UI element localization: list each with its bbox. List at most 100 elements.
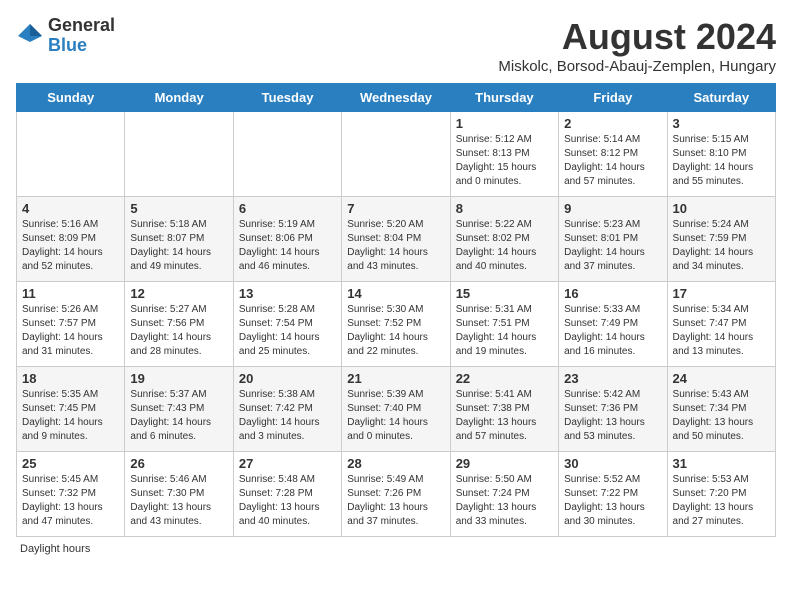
day-number: 9 [564,201,661,216]
calendar-day-cell: 23Sunrise: 5:42 AM Sunset: 7:36 PM Dayli… [559,367,667,452]
day-info: Sunrise: 5:31 AM Sunset: 7:51 PM Dayligh… [456,303,553,359]
calendar-day-cell: 21Sunrise: 5:39 AM Sunset: 7:40 PM Dayli… [342,367,450,452]
page-header: General Blue August 2024 Miskolc, Borsod… [16,16,776,75]
daylight-hours-label: Daylight hours [20,543,90,555]
day-number: 17 [673,286,770,301]
day-info: Sunrise: 5:42 AM Sunset: 7:36 PM Dayligh… [564,388,661,444]
day-info: Sunrise: 5:20 AM Sunset: 8:04 PM Dayligh… [347,218,444,274]
calendar-day-cell: 3 Sunrise: 5:15 AM Sunset: 8:10 PM Daylig… [667,112,775,197]
calendar-week-row: 4 Sunrise: 5:16 AM Sunset: 8:09 PM Daylig… [17,197,776,282]
calendar-day-cell: 24Sunrise: 5:43 AM Sunset: 7:34 PM Dayli… [667,367,775,452]
day-info: Sunrise: 5:12 AM Sunset: 8:13 PM Dayligh… [456,133,553,189]
day-number: 10 [673,201,770,216]
day-number: 31 [673,456,770,471]
day-number: 20 [239,371,336,386]
calendar-day-cell: 7 Sunrise: 5:20 AM Sunset: 8:04 PM Daylig… [342,197,450,282]
calendar-day-cell: 19 Sunrise: 5:37 AM Sunset: 7:43 PM Dayli… [125,367,233,452]
calendar-day-cell: 18 Sunrise: 5:35 AM Sunset: 7:45 PM Dayli… [17,367,125,452]
day-info: Sunrise: 5:23 AM Sunset: 8:01 PM Dayligh… [564,218,661,274]
logo-text: General Blue [48,16,115,56]
day-number: 8 [456,201,553,216]
logo-general: General [48,16,115,36]
calendar-day-cell: 2Sunrise: 5:14 AM Sunset: 8:12 PM Daylig… [559,112,667,197]
title-area: August 2024 Miskolc, Borsod-Abauj-Zemple… [498,16,776,75]
calendar-week-row: 18 Sunrise: 5:35 AM Sunset: 7:45 PM Dayli… [17,367,776,452]
day-number: 30 [564,456,661,471]
day-info: Sunrise: 5:45 AM Sunset: 7:32 PM Dayligh… [22,473,119,529]
day-number: 28 [347,456,444,471]
day-number: 15 [456,286,553,301]
day-info: Sunrise: 5:30 AM Sunset: 7:52 PM Dayligh… [347,303,444,359]
calendar-day-cell: 20 Sunrise: 5:38 AM Sunset: 7:42 PM Dayli… [233,367,341,452]
logo: General Blue [16,16,115,56]
day-info: Sunrise: 5:18 AM Sunset: 8:07 PM Dayligh… [130,218,227,274]
day-number: 14 [347,286,444,301]
calendar-week-row: 11 Sunrise: 5:26 AM Sunset: 7:57 PM Dayli… [17,282,776,367]
day-info: Sunrise: 5:15 AM Sunset: 8:10 PM Dayligh… [673,133,770,189]
logo-icon [16,22,44,50]
day-info: Sunrise: 5:35 AM Sunset: 7:45 PM Dayligh… [22,388,119,444]
calendar-header-saturday: Saturday [667,84,775,112]
calendar-day-cell: 8 Sunrise: 5:22 AM Sunset: 8:02 PM Daylig… [450,197,558,282]
calendar-header-wednesday: Wednesday [342,84,450,112]
calendar-table: SundayMondayTuesdayWednesdayThursdayFrid… [16,83,776,537]
calendar-day-cell: 4 Sunrise: 5:16 AM Sunset: 8:09 PM Daylig… [17,197,125,282]
day-info: Sunrise: 5:38 AM Sunset: 7:42 PM Dayligh… [239,388,336,444]
day-number: 27 [239,456,336,471]
day-number: 25 [22,456,119,471]
calendar-day-cell: 15 Sunrise: 5:31 AM Sunset: 7:51 PM Dayli… [450,282,558,367]
day-info: Sunrise: 5:53 AM Sunset: 7:20 PM Dayligh… [673,473,770,529]
calendar-day-cell: 25 Sunrise: 5:45 AM Sunset: 7:32 PM Dayli… [17,452,125,537]
calendar-day-cell: 9 Sunrise: 5:23 AM Sunset: 8:01 PM Daylig… [559,197,667,282]
day-info: Sunrise: 5:37 AM Sunset: 7:43 PM Dayligh… [130,388,227,444]
day-info: Sunrise: 5:34 AM Sunset: 7:47 PM Dayligh… [673,303,770,359]
day-number: 18 [22,371,119,386]
calendar-day-cell: 10 Sunrise: 5:24 AM Sunset: 7:59 PM Dayli… [667,197,775,282]
day-number: 29 [456,456,553,471]
day-info: Sunrise: 5:52 AM Sunset: 7:22 PM Dayligh… [564,473,661,529]
day-info: Sunrise: 5:39 AM Sunset: 7:40 PM Dayligh… [347,388,444,444]
day-number: 4 [22,201,119,216]
day-number: 16 [564,286,661,301]
calendar-day-cell: 29 Sunrise: 5:50 AM Sunset: 7:24 PM Dayli… [450,452,558,537]
calendar-day-cell: 13Sunrise: 5:28 AM Sunset: 7:54 PM Dayli… [233,282,341,367]
month-title: August 2024 [498,16,776,58]
day-number: 3 [673,116,770,131]
day-number: 2 [564,116,661,131]
calendar-header-friday: Friday [559,84,667,112]
day-info: Sunrise: 5:46 AM Sunset: 7:30 PM Dayligh… [130,473,227,529]
day-info: Sunrise: 5:19 AM Sunset: 8:06 PM Dayligh… [239,218,336,274]
day-number: 7 [347,201,444,216]
calendar-day-cell: 17 Sunrise: 5:34 AM Sunset: 7:47 PM Dayli… [667,282,775,367]
day-number: 12 [130,286,227,301]
logo-blue: Blue [48,36,115,56]
day-number: 6 [239,201,336,216]
day-number: 26 [130,456,227,471]
day-info: Sunrise: 5:22 AM Sunset: 8:02 PM Dayligh… [456,218,553,274]
day-number: 19 [130,371,227,386]
calendar-day-cell: 12Sunrise: 5:27 AM Sunset: 7:56 PM Dayli… [125,282,233,367]
calendar-week-row: 25 Sunrise: 5:45 AM Sunset: 7:32 PM Dayli… [17,452,776,537]
calendar-day-cell: 28Sunrise: 5:49 AM Sunset: 7:26 PM Dayli… [342,452,450,537]
day-number: 24 [673,371,770,386]
day-info: Sunrise: 5:26 AM Sunset: 7:57 PM Dayligh… [22,303,119,359]
calendar-day-cell [233,112,341,197]
calendar-day-cell: 16 Sunrise: 5:33 AM Sunset: 7:49 PM Dayli… [559,282,667,367]
calendar-header-sunday: Sunday [17,84,125,112]
calendar-day-cell: 30 Sunrise: 5:52 AM Sunset: 7:22 PM Dayli… [559,452,667,537]
day-info: Sunrise: 5:33 AM Sunset: 7:49 PM Dayligh… [564,303,661,359]
day-number: 11 [22,286,119,301]
calendar-day-cell: 26 Sunrise: 5:46 AM Sunset: 7:30 PM Dayli… [125,452,233,537]
day-number: 22 [456,371,553,386]
calendar-day-cell: 27Sunrise: 5:48 AM Sunset: 7:28 PM Dayli… [233,452,341,537]
calendar-day-cell: 6 Sunrise: 5:19 AM Sunset: 8:06 PM Daylig… [233,197,341,282]
calendar-week-row: 1 Sunrise: 5:12 AM Sunset: 8:13 PM Daylig… [17,112,776,197]
calendar-header-row: SundayMondayTuesdayWednesdayThursdayFrid… [17,84,776,112]
day-info: Sunrise: 5:24 AM Sunset: 7:59 PM Dayligh… [673,218,770,274]
day-info: Sunrise: 5:16 AM Sunset: 8:09 PM Dayligh… [22,218,119,274]
day-number: 13 [239,286,336,301]
day-number: 1 [456,116,553,131]
calendar-day-cell: 1 Sunrise: 5:12 AM Sunset: 8:13 PM Daylig… [450,112,558,197]
day-info: Sunrise: 5:50 AM Sunset: 7:24 PM Dayligh… [456,473,553,529]
calendar-day-cell [125,112,233,197]
